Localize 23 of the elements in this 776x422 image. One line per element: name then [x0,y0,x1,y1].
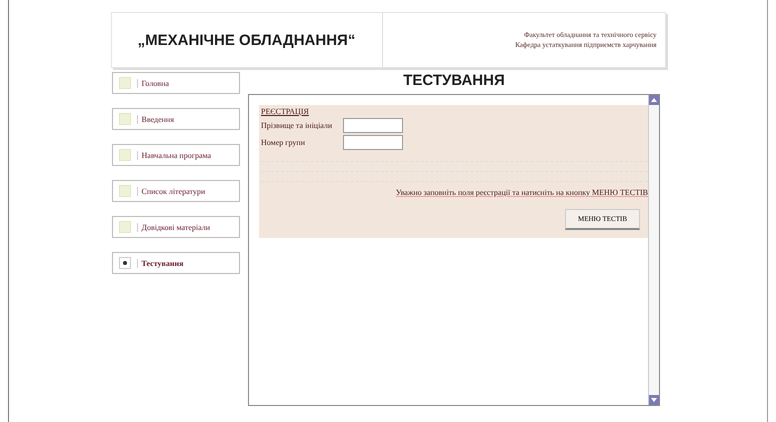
registration-heading: РЕЄСТРАЦІЯ [261,107,310,116]
sidebar-item[interactable]: Тестування [112,252,240,274]
square-icon [118,77,130,89]
square-icon [118,185,130,197]
sidebar-item[interactable]: Список літератури [112,180,240,202]
down-arrow-icon[interactable] [649,395,659,405]
square-icon [118,149,130,161]
input-field[interactable] [343,118,403,133]
field-label: Номер групи [261,138,306,147]
site-title: „МЕХАНІЧНЕ ОБЛАДНАННЯ“ [138,32,356,48]
instruction-text: Уважно заповніть поля реєстрації та натисніть на кнопку МЕНЮ ТЕСТІВ [396,188,648,197]
field-label: Прізвище та ініціали [261,121,334,130]
page-title: ТЕСТУВАННЯ [403,72,505,91]
input-field[interactable] [343,135,403,150]
square-icon [118,221,130,233]
sidebar-item[interactable]: Головна [112,72,240,94]
up-arrow-icon[interactable] [649,95,659,105]
sidebar-item[interactable]: Навчальна програма [112,144,240,166]
sidebar-item[interactable]: Введення [112,108,240,130]
sidebar-item[interactable]: Довідкові матеріали [112,216,240,238]
scrollbar[interactable] [648,95,659,405]
bullet-icon [118,257,130,269]
square-icon [118,113,130,125]
